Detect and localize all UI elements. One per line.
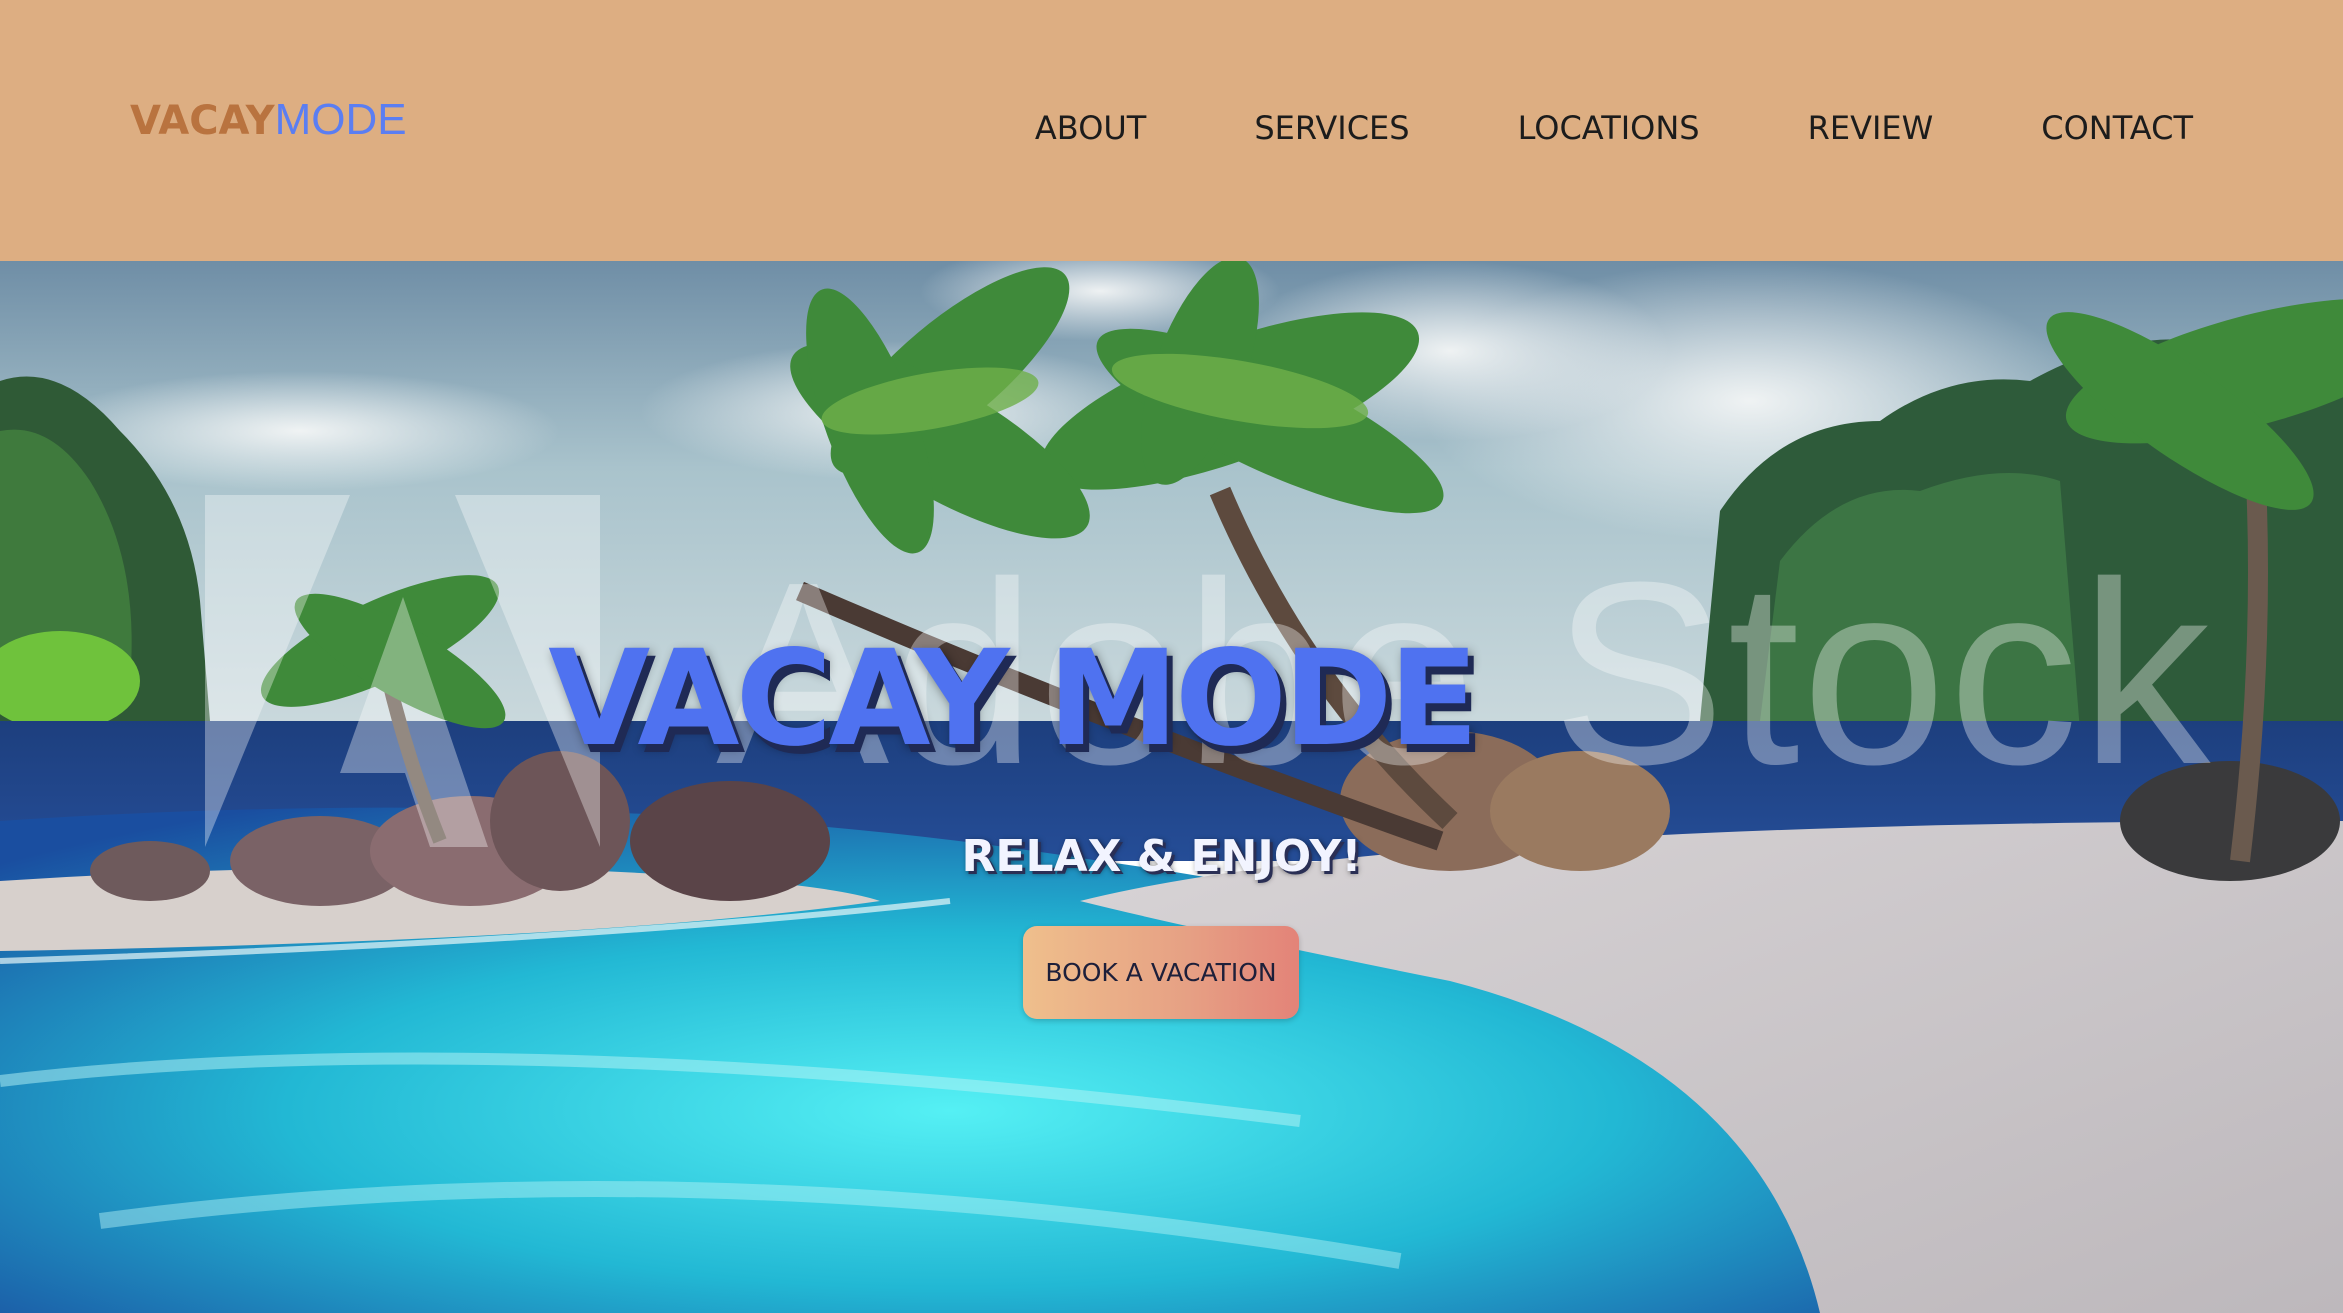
nav-locations[interactable]: LOCATIONS [1518, 104, 1700, 152]
hero-subtitle: RELAX & ENJOY! [961, 831, 1362, 882]
site-logo[interactable]: VACAYMODE [130, 96, 407, 145]
logo-part-mode: MODE [274, 95, 407, 144]
hero-title: VACAY MODE [548, 622, 1479, 776]
hero-background-image [0, 261, 2343, 1313]
nav-services[interactable]: SERVICES [1254, 104, 1409, 152]
book-vacation-button[interactable]: BOOK A VACATION [1023, 926, 1299, 1019]
nav-about[interactable]: ABOUT [1035, 104, 1146, 152]
site-header: VACAYMODE ABOUT SERVICES LOCATIONS REVIE… [0, 0, 2343, 261]
nav-contact[interactable]: CONTACT [2041, 104, 2193, 152]
page: VACAYMODE ABOUT SERVICES LOCATIONS REVIE… [0, 0, 2343, 1313]
nav-review[interactable]: REVIEW [1808, 104, 1934, 152]
main-nav: ABOUT SERVICES LOCATIONS REVIEW CONTACT [1035, 104, 2193, 152]
hero-section: Adobe Stock VACAY MODE RELAX & ENJOY! BO… [0, 261, 2343, 1313]
logo-part-vacay: VACAY [130, 98, 275, 144]
